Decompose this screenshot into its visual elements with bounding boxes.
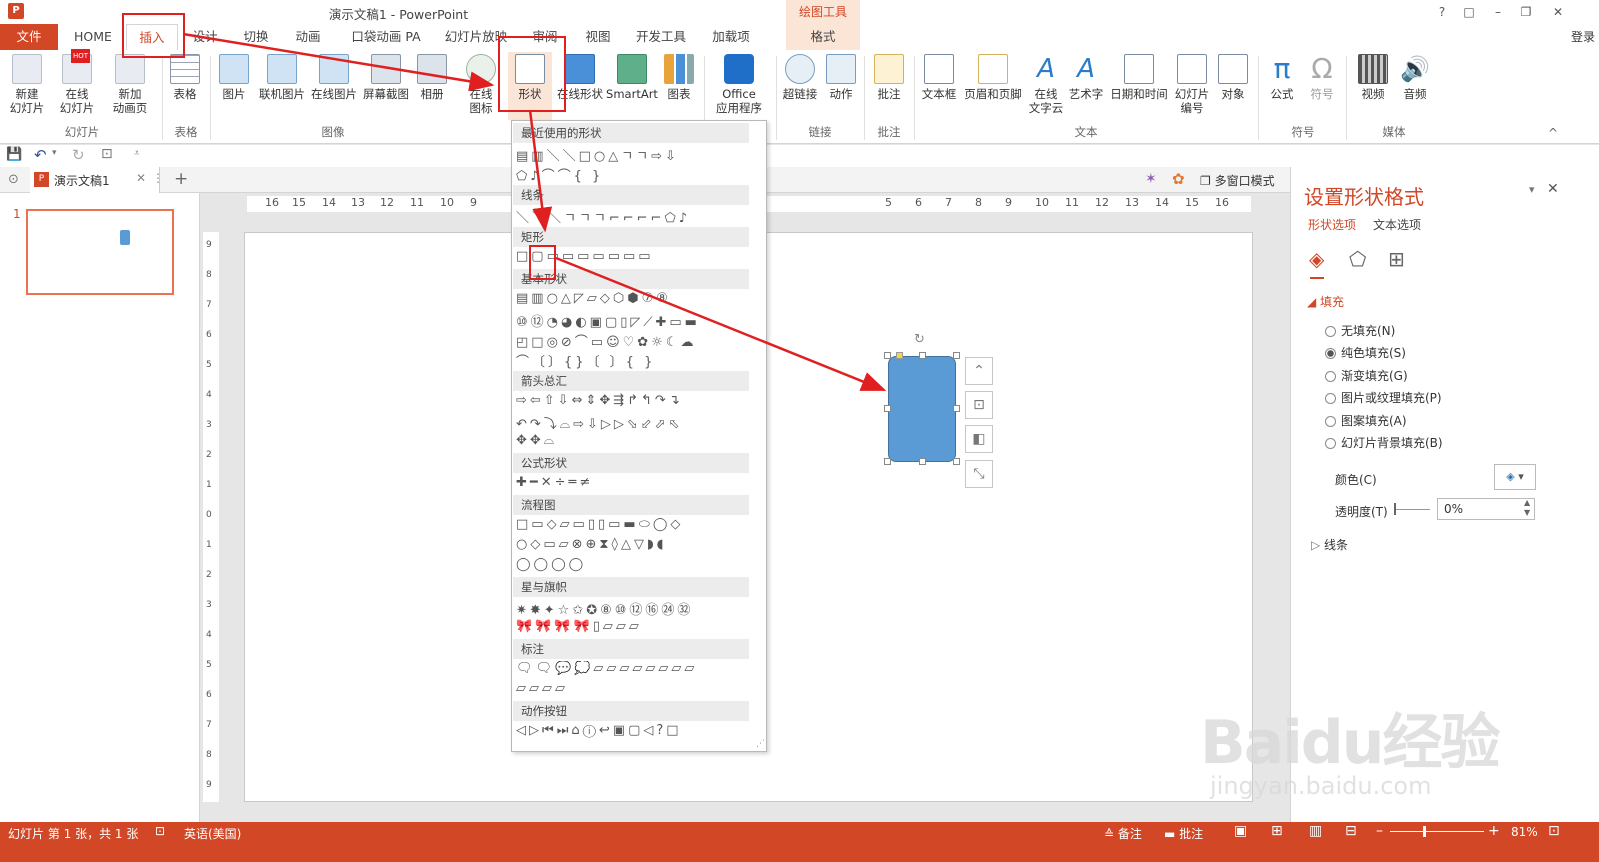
slideshow-view-icon[interactable]: ⊟ (1345, 823, 1357, 839)
comments-button[interactable]: ▬ 批注 (1164, 825, 1203, 842)
language-indicator[interactable]: 英语(美国) (184, 825, 241, 842)
watermark-url: jingyan.baidu.com (1210, 772, 1432, 800)
spellcheck-icon[interactable]: ⊡ (155, 824, 165, 838)
zoom-in-icon[interactable]: + (1488, 823, 1500, 839)
normal-view-icon[interactable]: ▣ (1234, 823, 1247, 839)
zoom-slider-thumb[interactable] (1423, 826, 1426, 837)
slide-sorter-icon[interactable]: ⊞ (1271, 823, 1283, 839)
comment-bubble-icon: ▬ (1164, 827, 1180, 841)
fit-to-window-icon[interactable]: ⊡ (1548, 823, 1560, 839)
annotation-arrow (528, 109, 553, 233)
notes-button[interactable]: ≙ 备注 (1104, 825, 1142, 842)
reading-view-icon[interactable]: ▥ (1309, 823, 1322, 839)
zoom-out-icon[interactable]: – (1376, 823, 1383, 839)
zoom-slider[interactable] (1390, 831, 1484, 832)
status-bar: 幻灯片 第 1 张，共 1 张 ⊡ 英语(美国) ≙ 备注 ▬ 批注 ▣ ⊞ ▥… (0, 822, 1599, 862)
notes-icon: ≙ (1104, 827, 1118, 841)
annotation-arrow (182, 32, 495, 92)
baidu-watermark: Baidu经验 (1200, 708, 1500, 778)
zoom-level[interactable]: 81% (1511, 825, 1538, 839)
slide-counter: 幻灯片 第 1 张，共 1 张 (8, 827, 139, 841)
annotation-arrow (555, 256, 887, 392)
